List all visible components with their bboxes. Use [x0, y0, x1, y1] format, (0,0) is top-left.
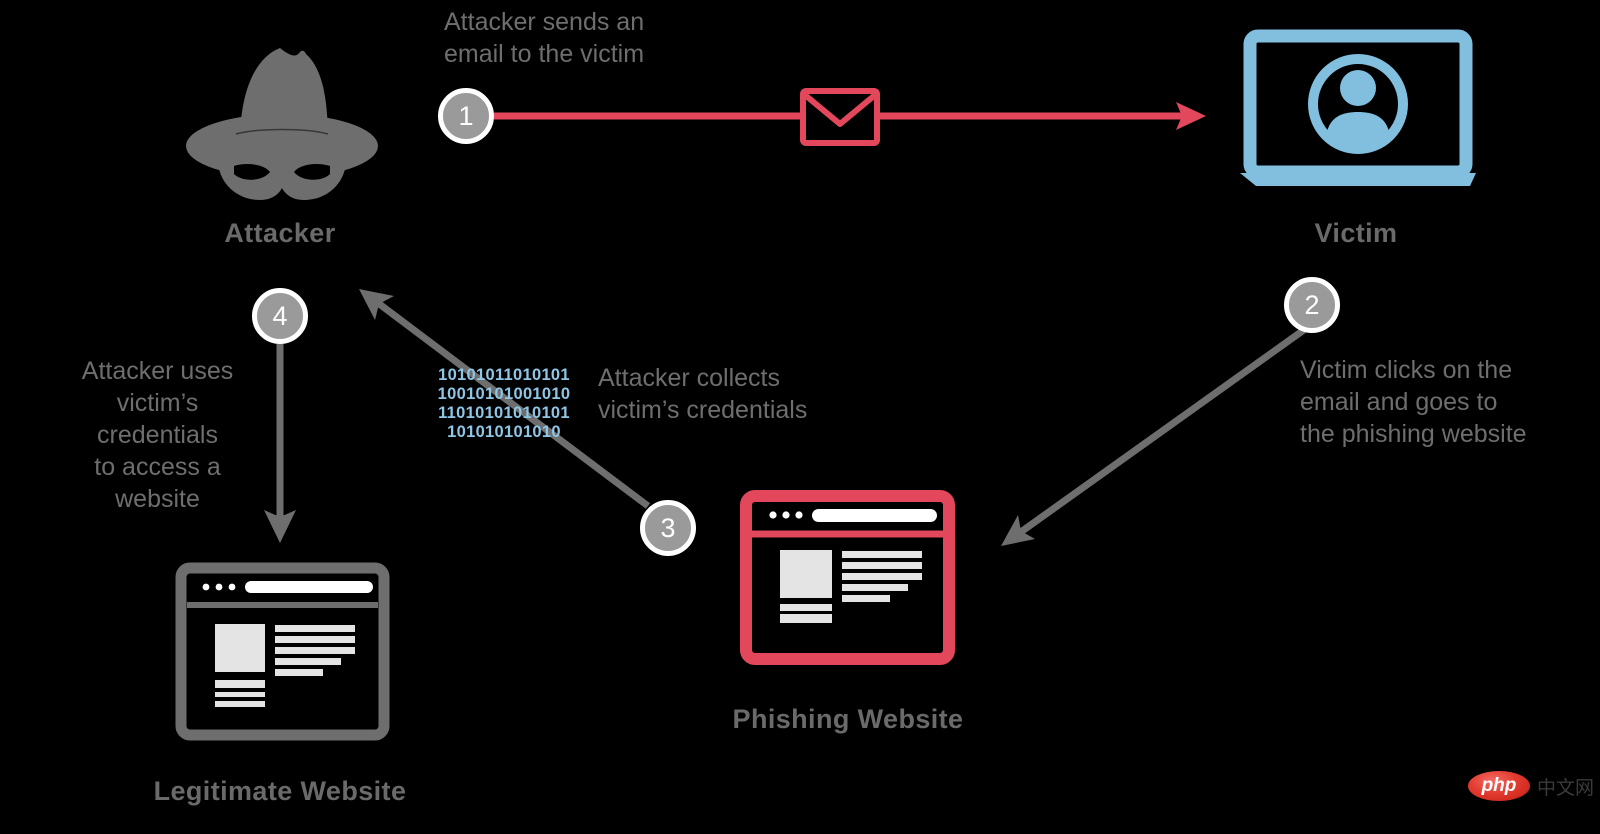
envelope-icon	[800, 88, 880, 146]
step-4-badge[interactable]: 4	[252, 288, 308, 344]
legit-site-label: Legitimate Website	[153, 776, 407, 806]
watermark-php-logo: php	[1468, 771, 1530, 801]
victim-label: Victim	[1314, 218, 1398, 248]
browser-window-icon	[740, 490, 955, 665]
laptop-user-icon	[1240, 29, 1476, 186]
arrowhead-step3	[359, 289, 394, 320]
step-3-badge[interactable]: 3	[640, 500, 696, 556]
step-2-text: Victim clicks on the email and goes to t…	[1300, 356, 1527, 448]
phishing-flow-diagram: Attacker Victim Phishing Website Legitim…	[0, 0, 1600, 834]
step-3-text: Attacker collects victim’s credentials	[598, 364, 808, 424]
attacker-hat-mask-icon	[186, 48, 378, 200]
binary-credentials-text: 10101011010101 10010101001010 1101010101…	[437, 366, 571, 442]
step-4-text: Attacker uses victim’s credentials to ac…	[81, 357, 234, 513]
legit-site-node	[175, 562, 390, 742]
arrow-step2-line	[1015, 324, 1311, 537]
step-1-badge[interactable]: 1	[438, 88, 494, 144]
attacker-node	[178, 42, 383, 242]
phishing-site-label: Phishing Website	[732, 704, 964, 734]
watermark: php 中文网	[1468, 771, 1594, 801]
step-2-badge[interactable]: 2	[1284, 277, 1340, 333]
victim-node	[1238, 29, 1478, 195]
browser-window-icon	[175, 562, 390, 741]
arrowhead-step4	[264, 510, 296, 543]
arrowhead-step2	[1001, 515, 1035, 546]
step-1-text: Attacker sends an email to the victim	[444, 8, 645, 68]
attacker-label: Attacker	[224, 218, 336, 248]
arrowhead-step1	[1176, 102, 1206, 130]
phishing-site-node	[740, 490, 955, 665]
watermark-text: 中文网	[1537, 777, 1595, 799]
